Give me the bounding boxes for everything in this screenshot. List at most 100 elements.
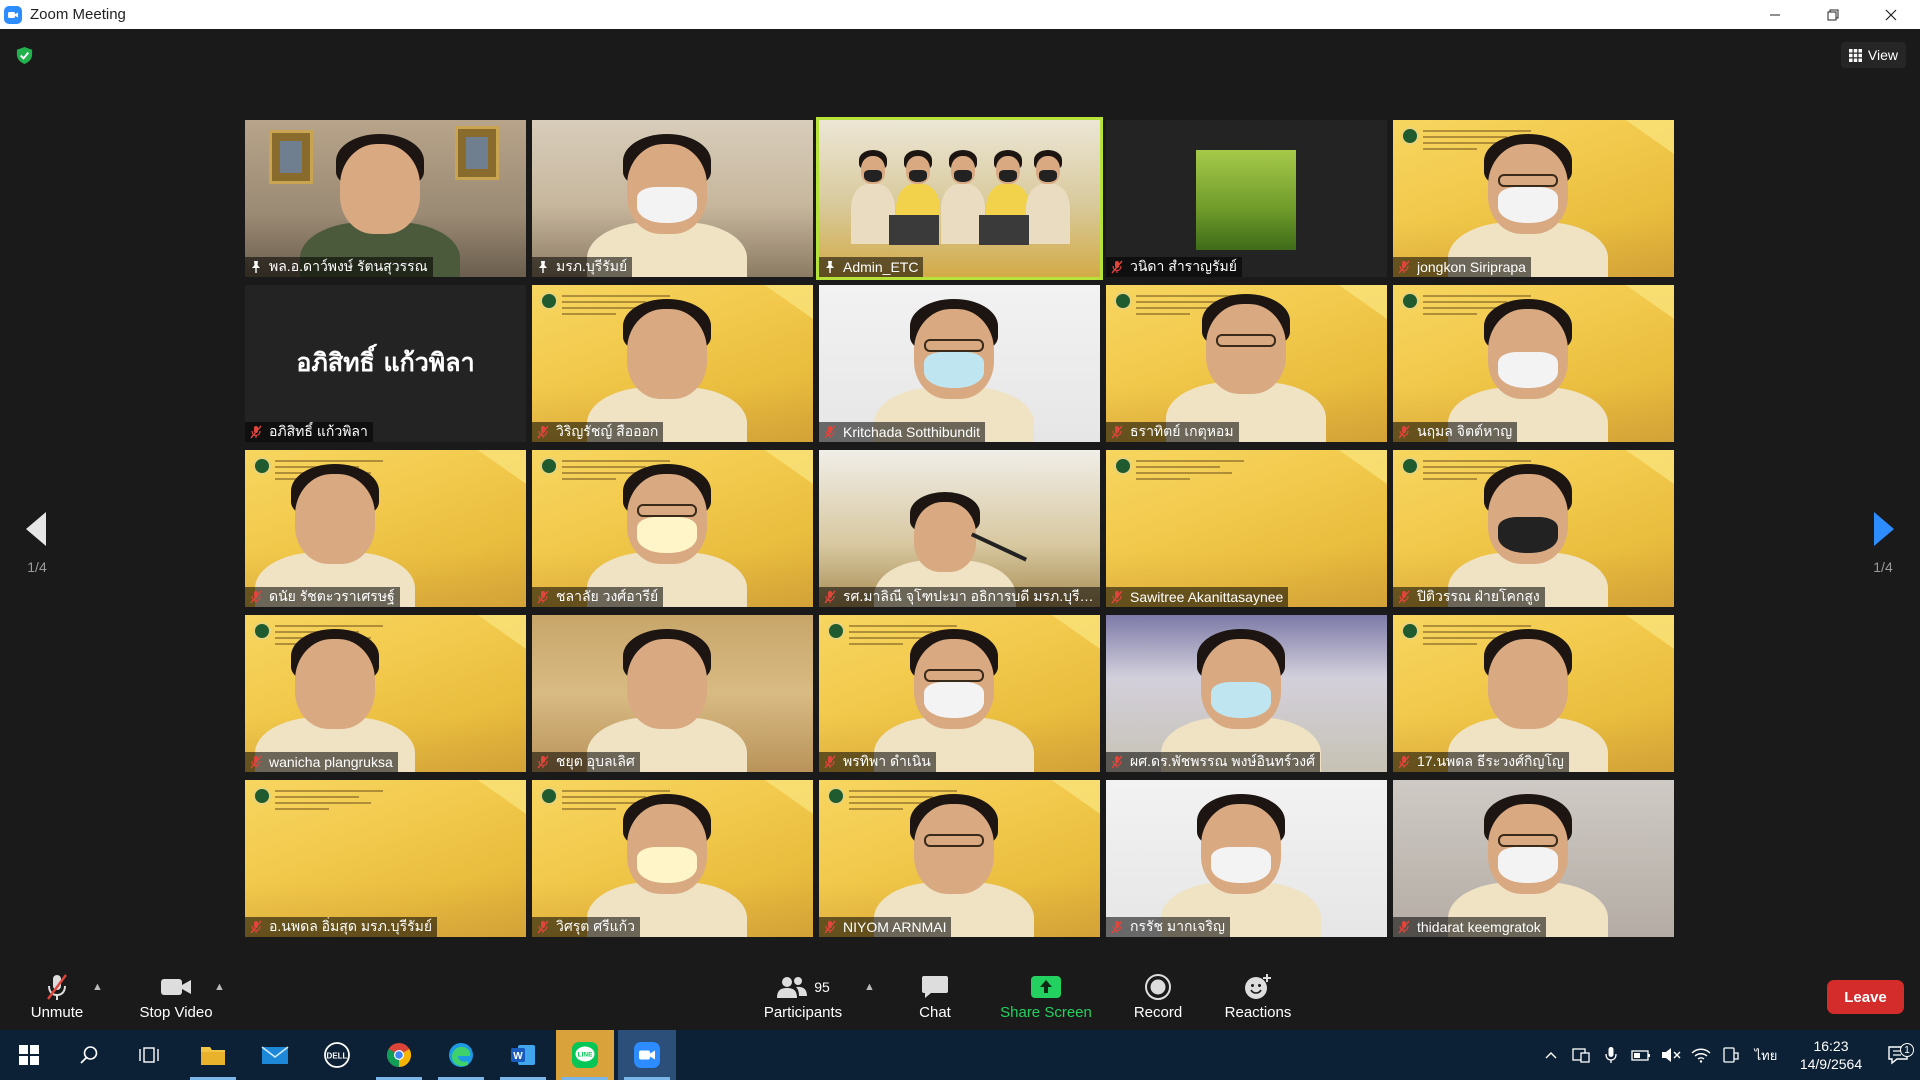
view-label: View [1867, 47, 1898, 63]
chat-button[interactable]: Chat [905, 963, 965, 1030]
reactions-smiley-icon [1245, 974, 1271, 999]
participant-name-label: jongkon Siriprapa [1393, 257, 1531, 277]
muted-mic-icon [1397, 755, 1411, 769]
previous-page-arrow-icon[interactable] [22, 509, 50, 549]
participant-name-label: อ.นพดล อิ่มสุด มรภ.บุรีรัมย์ [245, 917, 438, 937]
tray-microphone-icon[interactable] [1596, 1046, 1626, 1064]
tray-device-icon[interactable] [1566, 1047, 1596, 1063]
participant-name: ชลาลัย วงศ์อารีย์ [556, 588, 659, 604]
participant-name-label: ดนัย รัชตะวราเศรษฐ์ [245, 587, 400, 607]
university-logo-icon [1401, 457, 1419, 475]
video-tile[interactable]: jongkon Siriprapa [1393, 120, 1674, 277]
video-tile[interactable]: Kritchada Sotthibundit [819, 285, 1100, 442]
participants-icon [777, 977, 808, 998]
participant-name-label: ชลาลัย วงศ์อารีย์ [532, 587, 664, 607]
video-tile[interactable]: wanicha plangruksa [245, 615, 526, 772]
task-view-icon[interactable] [120, 1030, 178, 1080]
video-tile[interactable]: NIYOM ARNMAI [819, 780, 1100, 937]
participant-name: อ.นพดล อิ่มสุด มรภ.บุรีรัมย์ [269, 918, 433, 934]
participants-options-caret-icon[interactable]: ▲ [864, 981, 875, 993]
video-options-caret-icon[interactable]: ▲ [214, 981, 225, 993]
video-tile[interactable]: ชยุต อุบลเลิศ [532, 615, 813, 772]
video-tile[interactable]: ดนัย รัชตะวราเศรษฐ์ [245, 450, 526, 607]
video-tile[interactable]: อภิสิทธิ์ แก้วพิลา อภิสิทธิ์ แก้วพิลา [245, 285, 526, 442]
windows-start-icon[interactable] [0, 1030, 58, 1080]
line-app-icon[interactable]: LINE [556, 1030, 614, 1080]
video-tile[interactable]: วิศรุต ศรีแก้ว [532, 780, 813, 937]
participant-name: ปิติวรรณ ฝ่ายโคกสูง [1417, 588, 1540, 604]
share-screen-button[interactable]: Share Screen [996, 963, 1096, 1030]
participant-name: กรรัช มากเจริญ [1130, 918, 1225, 934]
chat-label: Chat [919, 1004, 951, 1021]
share-screen-label: Share Screen [1000, 1004, 1092, 1021]
video-tile[interactable]: วนิดา สำราญรัมย์ [1106, 120, 1387, 277]
unmute-label: Unmute [30, 1004, 84, 1021]
video-tile[interactable]: Sawitree Akanittasaynee [1106, 450, 1387, 607]
file-explorer-icon[interactable] [184, 1030, 242, 1080]
next-page-arrow-icon[interactable] [1870, 509, 1898, 549]
video-tile[interactable]: ชลาลัย วงศ์อารีย์ [532, 450, 813, 607]
restore-button[interactable] [1804, 0, 1862, 29]
video-tile[interactable]: พล.อ.ดาว์พงษ์ รัตนสุวรรณ [245, 120, 526, 277]
university-logo-icon [1114, 457, 1132, 475]
participant-name-label: Kritchada Sotthibundit [819, 422, 985, 442]
meeting-area: View 1/4 1/4 พล.อ.ดาว์พงษ์ รัตนสุวรรณ มรภ… [0, 29, 1920, 963]
word-icon[interactable]: W [494, 1030, 552, 1080]
video-tile[interactable]: วิริญรัชญ์ สือออก [532, 285, 813, 442]
tray-battery-icon[interactable] [1626, 1049, 1656, 1061]
search-icon[interactable] [60, 1030, 118, 1080]
unmute-button[interactable]: Unmute [22, 963, 92, 1030]
participant-name: มรภ.บุรีรัมย์ [556, 258, 628, 274]
reactions-button[interactable]: Reactions [1216, 963, 1300, 1030]
grid-icon [1848, 48, 1862, 62]
video-tile[interactable]: ธราทิตย์ เกตุหอม [1106, 285, 1387, 442]
video-tile[interactable]: Admin_ETC [816, 117, 1103, 280]
video-tile[interactable]: พรทิพา ดำเนิน [819, 615, 1100, 772]
minimize-button[interactable] [1746, 0, 1804, 29]
dell-icon[interactable]: DELL [308, 1030, 366, 1080]
mail-icon[interactable] [246, 1030, 304, 1080]
tray-volume-muted-icon[interactable] [1656, 1047, 1686, 1063]
video-tile[interactable]: 17.นพดล ธีระวงศ์กิญโญ [1393, 615, 1674, 772]
university-logo-icon [253, 457, 271, 475]
pin-icon [823, 260, 837, 274]
view-button[interactable]: View [1840, 42, 1906, 68]
participant-name-label: วิริญรัชญ์ สือออก [532, 422, 664, 442]
stop-video-button[interactable]: Stop Video [132, 963, 220, 1030]
video-tile[interactable]: ผศ.ดร.พัชพรรณ พงษ์อินทร์วงศ์ [1106, 615, 1387, 772]
input-language-indicator[interactable]: ไทย [1746, 1045, 1786, 1066]
participants-count: 95 [814, 979, 830, 995]
video-tile[interactable]: thidarat keemgratok [1393, 780, 1674, 937]
participants-label: Participants [763, 1004, 843, 1021]
zoom-taskbar-icon[interactable] [618, 1030, 676, 1080]
university-logo-icon [1114, 292, 1132, 310]
windows-taskbar: DELL W LINE ไทย 16:23 14/9/2564 1 [0, 1030, 1920, 1080]
tray-display-icon[interactable] [1716, 1047, 1746, 1063]
participant-name-label: วนิดา สำราญรัมย์ [1106, 257, 1242, 277]
taskbar-clock[interactable]: 16:23 14/9/2564 [1786, 1037, 1876, 1073]
video-tile[interactable]: มรภ.บุรีรัมย์ [532, 120, 813, 277]
audio-options-caret-icon[interactable]: ▲ [92, 981, 103, 993]
leave-button[interactable]: Leave [1827, 980, 1904, 1014]
notification-count-badge: 1 [1900, 1043, 1914, 1057]
video-tile[interactable]: รศ.มาลิณี จุโฑปะมา อธิการบดี มรภ.บุรีรัม… [819, 450, 1100, 607]
video-tile[interactable]: ปิติวรรณ ฝ่ายโคกสูง [1393, 450, 1674, 607]
close-button[interactable] [1862, 0, 1920, 29]
video-tile[interactable]: กรรัช มากเจริญ [1106, 780, 1387, 937]
muted-mic-icon [249, 425, 263, 439]
muted-mic-icon [1397, 425, 1411, 439]
participants-button[interactable]: 95 Participants [758, 963, 848, 1030]
video-tile[interactable]: อ.นพดล อิ่มสุด มรภ.บุรีรัมย์ [245, 780, 526, 937]
pin-icon [536, 260, 550, 274]
notification-center-icon[interactable]: 1 [1876, 1043, 1920, 1065]
tray-wifi-icon[interactable] [1686, 1047, 1716, 1063]
edge-icon[interactable] [432, 1030, 490, 1080]
video-tile[interactable]: นฤมล จิตต์หาญ [1393, 285, 1674, 442]
encryption-shield-icon[interactable] [15, 46, 34, 65]
record-button[interactable]: Record [1126, 963, 1190, 1030]
muted-mic-icon [1110, 755, 1124, 769]
tray-expand-chevron-icon[interactable] [1536, 1051, 1566, 1059]
chrome-icon[interactable] [370, 1030, 428, 1080]
portrait-frame [269, 130, 313, 184]
muted-mic-icon [1110, 920, 1124, 934]
